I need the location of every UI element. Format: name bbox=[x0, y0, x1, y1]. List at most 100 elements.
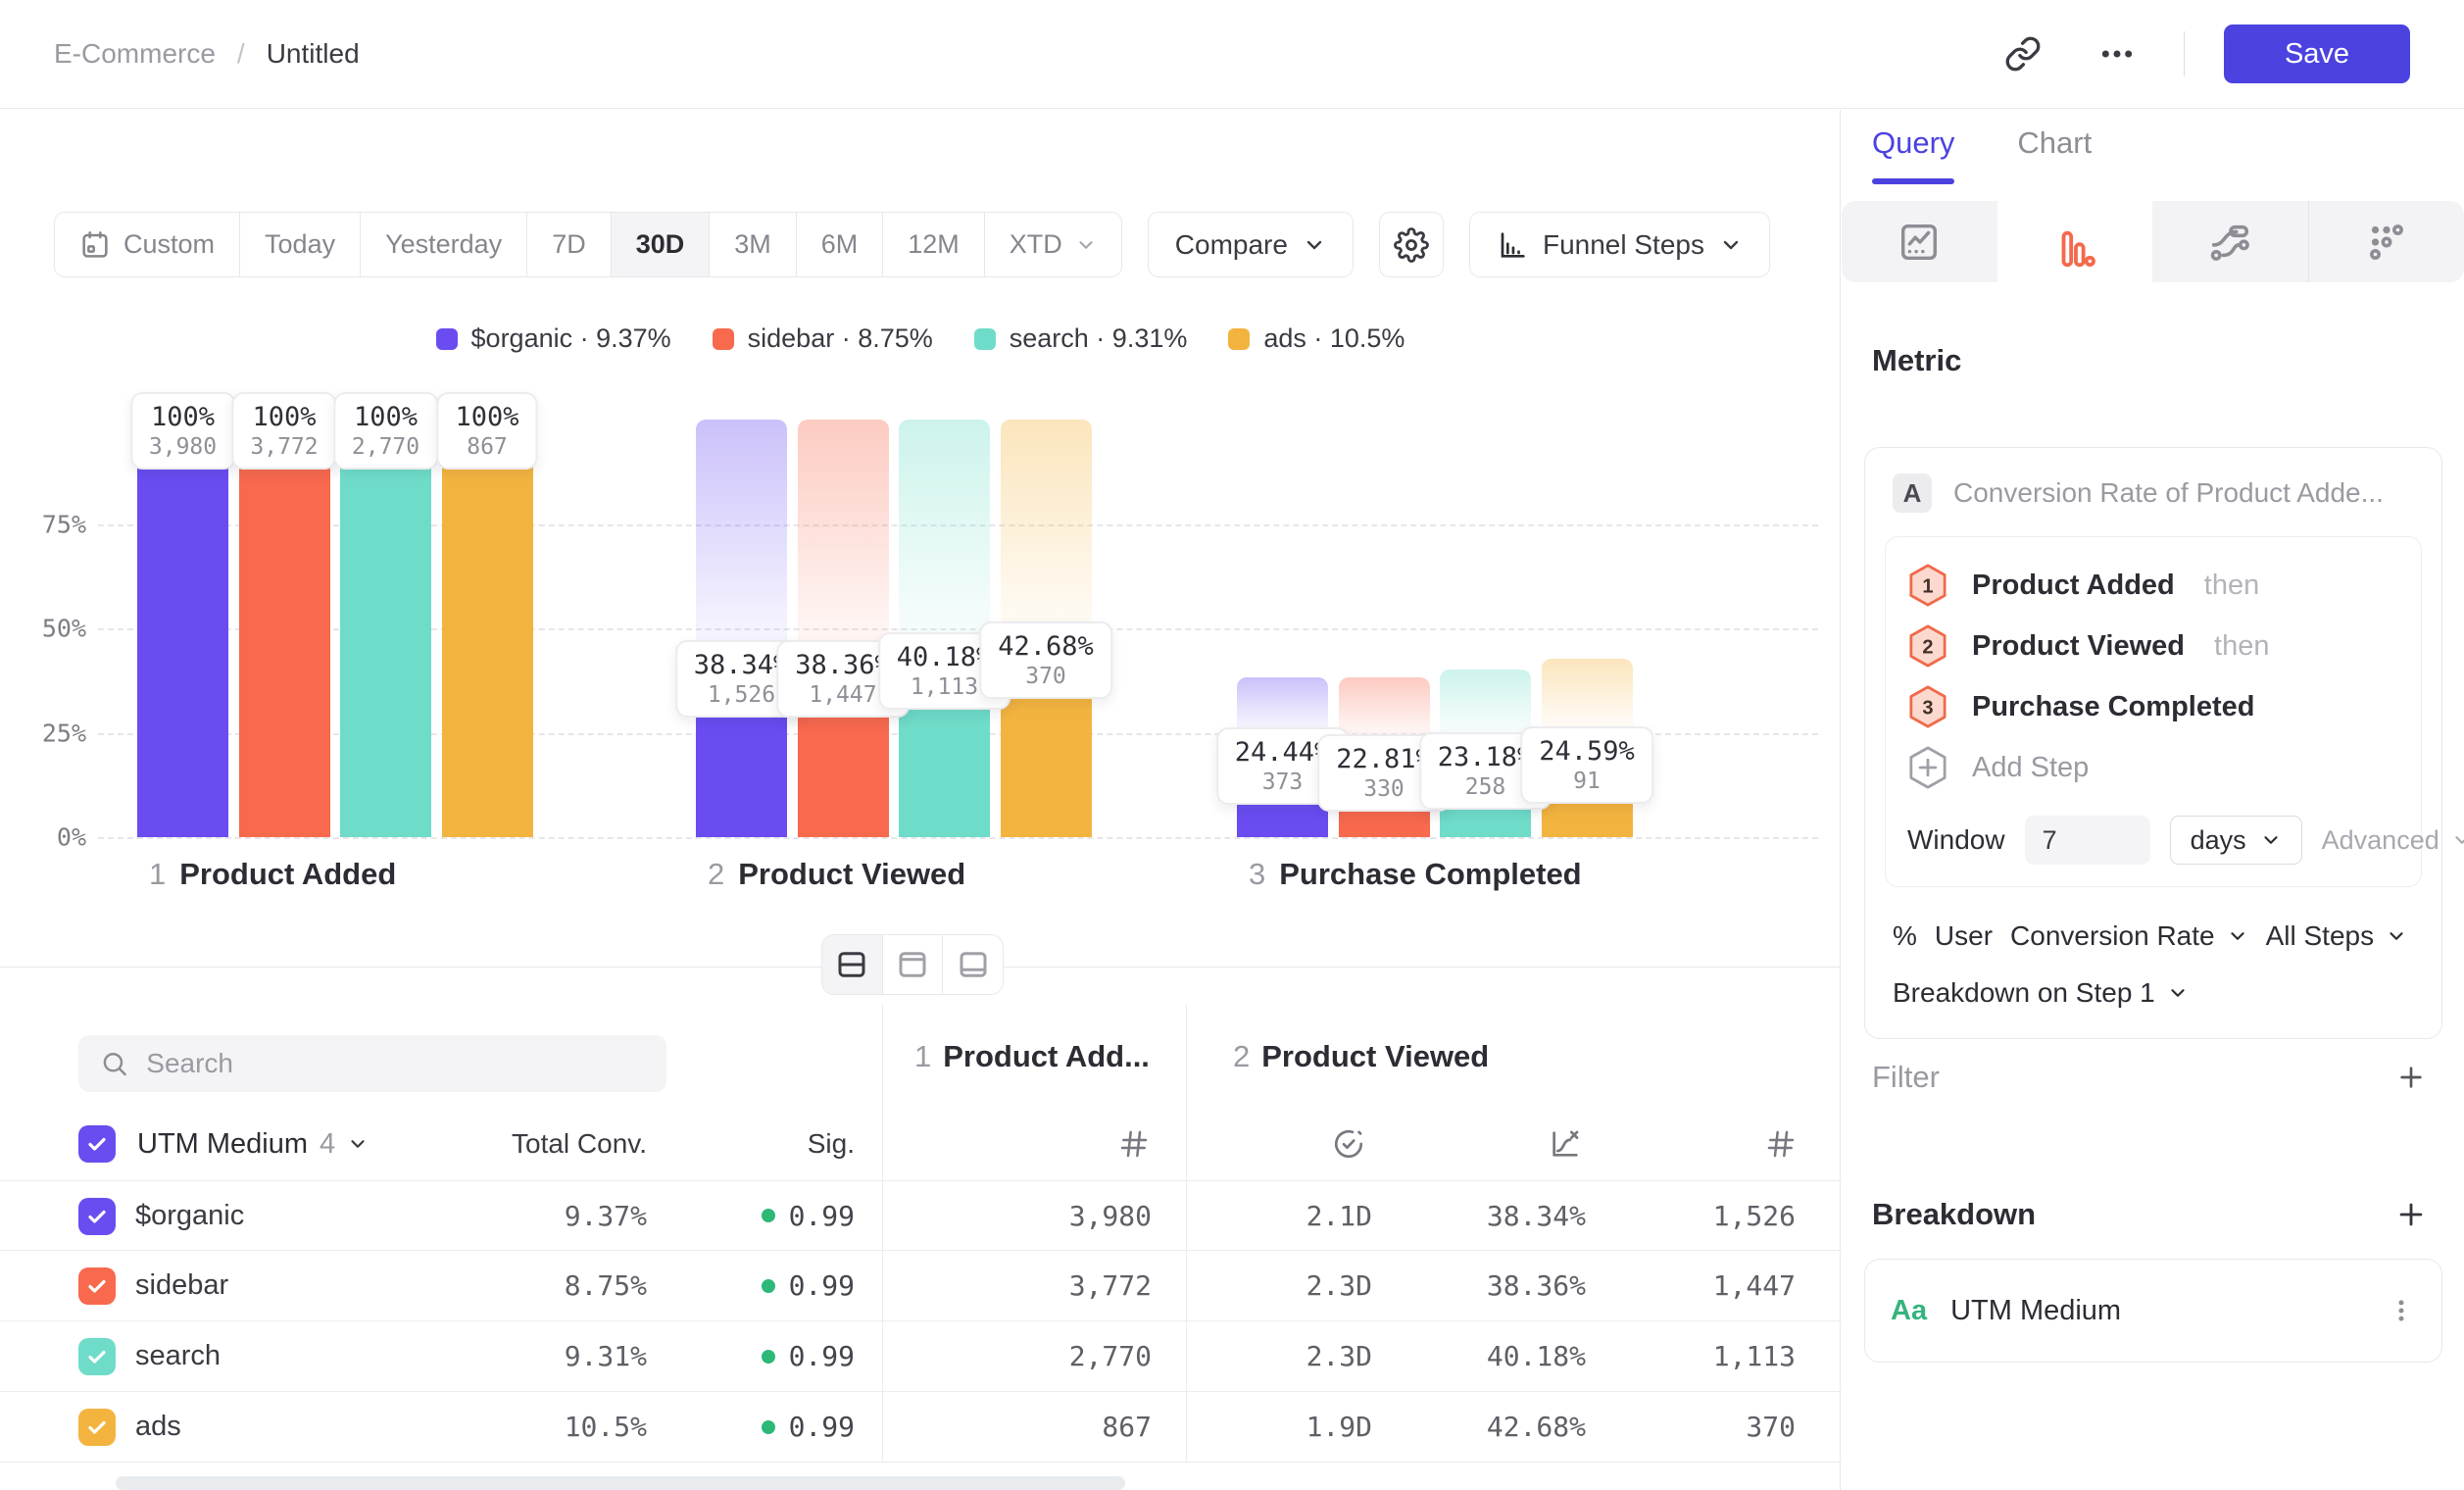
significance-dot bbox=[762, 1420, 775, 1434]
chart-type-funnel[interactable] bbox=[1997, 201, 2153, 296]
funnel-bar-dropoff bbox=[1339, 677, 1430, 742]
chevron-down-icon bbox=[2227, 925, 2248, 947]
step1-count-column-button[interactable] bbox=[1103, 1119, 1165, 1168]
table-row[interactable]: search9.31%0.992,7702.3D40.18%1,113 bbox=[0, 1321, 1841, 1392]
add-step-label: Add Step bbox=[1972, 752, 2089, 784]
metric-title-row[interactable]: A Conversion Rate of Product Adde... bbox=[1865, 473, 2441, 536]
step-name: Purchase Completed bbox=[1279, 857, 1581, 891]
sig-header[interactable]: Sig. bbox=[659, 1119, 855, 1168]
chart-type-scatter[interactable] bbox=[2308, 201, 2464, 282]
view-chart-only-button[interactable] bbox=[883, 935, 944, 994]
sidebar-tab-query[interactable]: Query bbox=[1872, 125, 1954, 184]
bar-percent: 38.34% bbox=[694, 650, 790, 680]
metric-card: A Conversion Rate of Product Adde... 1 Pr… bbox=[1864, 447, 2442, 1039]
breadcrumb-project[interactable]: E-Commerce bbox=[54, 38, 216, 70]
funnel-bar-dropoff bbox=[1542, 659, 1633, 734]
window-label: Window bbox=[1907, 824, 2005, 856]
search-input[interactable] bbox=[146, 1048, 645, 1079]
view-table-only-button[interactable] bbox=[943, 935, 1003, 994]
table-body: $organic9.37%0.993,9802.1D38.34%1,526sid… bbox=[0, 1180, 1841, 1463]
search-icon bbox=[100, 1048, 128, 1079]
breadcrumb-separator: / bbox=[237, 38, 245, 70]
advanced-toggle[interactable]: Advanced bbox=[2322, 825, 2464, 856]
total-conv-header[interactable]: Total Conv. bbox=[451, 1119, 647, 1168]
measure-user-select[interactable]: User bbox=[1935, 920, 1993, 952]
add-filter-button[interactable] bbox=[2390, 1056, 2433, 1099]
step2-conv: 42.68% bbox=[1402, 1392, 1586, 1462]
metric-step-row[interactable]: 3 Purchase Completed bbox=[1907, 676, 2399, 737]
chart-percent-icon bbox=[1549, 1127, 1582, 1161]
svg-text:3: 3 bbox=[1922, 698, 1933, 720]
metric-step-name: Product Added bbox=[1972, 570, 2175, 602]
breakdown-item-card[interactable]: Aa UTM Medium bbox=[1864, 1259, 2442, 1363]
measure-conversion-select[interactable]: Conversion Rate bbox=[2010, 920, 2248, 952]
bar-count: 3,980 bbox=[149, 434, 217, 460]
horizontal-scrollbar[interactable] bbox=[116, 1476, 1125, 1490]
group-by-header[interactable]: UTM Medium 4 bbox=[137, 1128, 369, 1161]
step2-time: 2.3D bbox=[1215, 1251, 1372, 1320]
y-axis-tick: 25% bbox=[27, 719, 86, 747]
metric-step-row[interactable]: 1Product Addedthen bbox=[1907, 555, 2399, 616]
bar-count: 330 bbox=[1336, 776, 1432, 802]
bar-value-label: 100%2,770 bbox=[333, 392, 438, 470]
view-split-button[interactable] bbox=[822, 935, 883, 994]
step-hexagon-badge: 3 bbox=[1907, 684, 1948, 729]
row-checkbox[interactable] bbox=[78, 1198, 116, 1235]
clock-check-icon bbox=[1332, 1127, 1365, 1161]
funnel-bar[interactable] bbox=[340, 420, 431, 837]
breadcrumb: E-Commerce / Untitled bbox=[54, 38, 360, 70]
funnel-bar[interactable] bbox=[442, 420, 533, 837]
step2-time: 2.1D bbox=[1215, 1181, 1372, 1250]
window-unit-select[interactable]: days bbox=[2170, 816, 2302, 865]
metric-step-name: Purchase Completed bbox=[1972, 691, 2254, 723]
share-link-button[interactable] bbox=[1996, 26, 2050, 81]
step-name: Product Viewed bbox=[738, 857, 965, 891]
funnel-bar[interactable] bbox=[137, 420, 228, 837]
step-number: 1 bbox=[149, 857, 166, 891]
table-row[interactable]: sidebar8.75%0.993,7722.3D38.36%1,447 bbox=[0, 1251, 1841, 1321]
more-menu-button[interactable] bbox=[2090, 26, 2144, 81]
step2-conv-column-button[interactable] bbox=[1534, 1119, 1597, 1168]
step1-count: 3,772 bbox=[956, 1251, 1152, 1320]
add-breakdown-button[interactable] bbox=[2390, 1193, 2433, 1236]
row-checkbox[interactable] bbox=[78, 1409, 116, 1446]
row-checkbox[interactable] bbox=[78, 1267, 116, 1305]
step2-count: 1,447 bbox=[1617, 1251, 1796, 1320]
funnel-step-label: 2Product Viewed bbox=[708, 857, 965, 892]
top-bar: E-Commerce / Untitled Save bbox=[0, 0, 2464, 109]
table-header-row: UTM Medium 4 Total Conv. Sig. bbox=[0, 1119, 1841, 1168]
step2-conv: 38.36% bbox=[1402, 1251, 1586, 1320]
row-label: sidebar bbox=[135, 1251, 449, 1320]
chevron-down-icon bbox=[2260, 829, 2282, 851]
table-row[interactable]: $organic9.37%0.993,9802.1D38.34%1,526 bbox=[0, 1180, 1841, 1251]
bar-count: 1,526 bbox=[694, 682, 790, 708]
window-value-input[interactable] bbox=[2025, 816, 2150, 865]
significance-dot bbox=[762, 1209, 775, 1222]
metric-step-row[interactable]: 2Product Viewedthen bbox=[1907, 616, 2399, 676]
top-panel-icon bbox=[895, 947, 930, 982]
y-axis-tick: 50% bbox=[27, 615, 86, 643]
breakdown-item-menu-button[interactable] bbox=[2387, 1296, 2416, 1325]
save-button[interactable]: Save bbox=[2224, 25, 2410, 83]
measure-conversion-label: Conversion Rate bbox=[2010, 920, 2215, 952]
breakdown-on-select[interactable]: Breakdown on Step 1 bbox=[1865, 952, 2441, 1009]
sidebar-tab-chart[interactable]: Chart bbox=[2017, 125, 2092, 184]
bar-count: 2,770 bbox=[352, 434, 419, 460]
tab-label: Chart bbox=[2017, 125, 2092, 160]
step-hexagon-badge: 1 bbox=[1907, 563, 1948, 608]
breadcrumb-title[interactable]: Untitled bbox=[267, 38, 360, 70]
row-checkbox[interactable] bbox=[78, 1338, 116, 1375]
chart-type-flow[interactable] bbox=[2152, 201, 2308, 282]
check-icon bbox=[85, 1345, 109, 1368]
chart-type-line[interactable] bbox=[1842, 201, 1997, 282]
step2-count-column-button[interactable] bbox=[1749, 1119, 1812, 1168]
add-step-button[interactable]: Add Step bbox=[1907, 737, 2399, 798]
step1-count: 3,980 bbox=[956, 1181, 1152, 1250]
bar-percent: 100% bbox=[250, 402, 318, 432]
table-row[interactable]: ads10.5%0.998671.9D42.68%370 bbox=[0, 1392, 1841, 1463]
funnel-bar[interactable] bbox=[239, 420, 330, 837]
select-all-checkbox[interactable] bbox=[78, 1125, 116, 1163]
step2-time-column-button[interactable] bbox=[1317, 1119, 1380, 1168]
total-conv-value: 8.75% bbox=[451, 1251, 647, 1320]
measure-steps-select[interactable]: All Steps bbox=[2266, 920, 2408, 952]
